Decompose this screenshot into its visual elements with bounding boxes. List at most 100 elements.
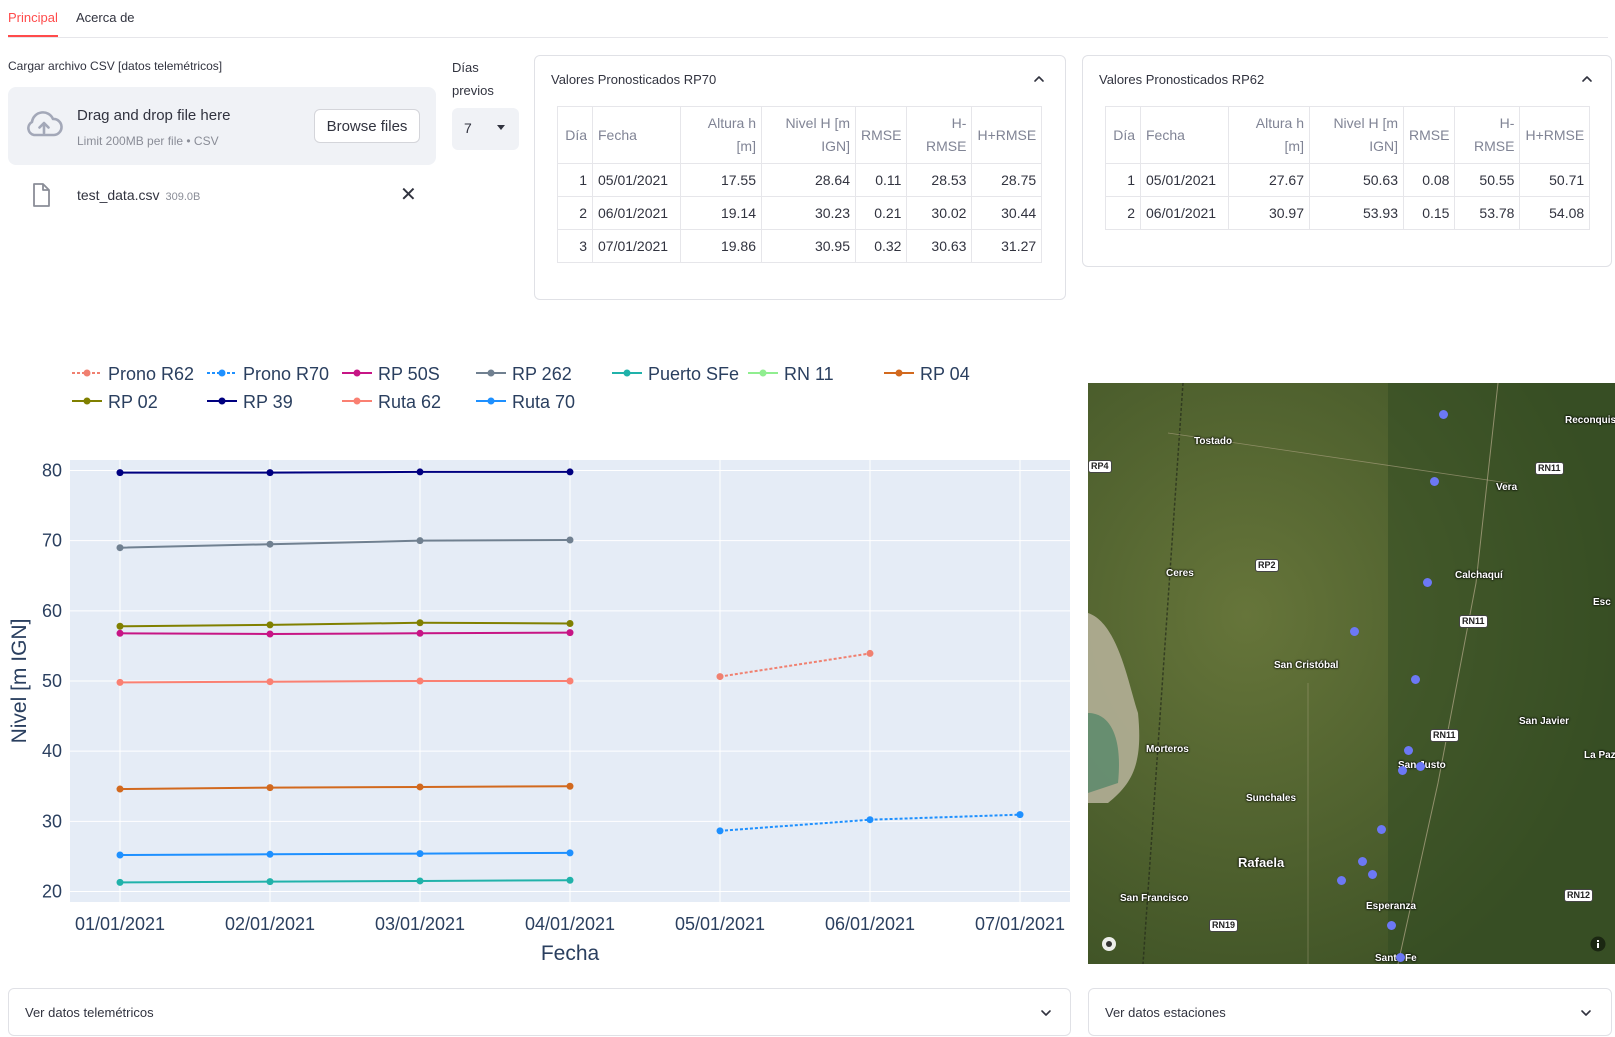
data-point bbox=[566, 782, 574, 790]
th-dia: Día bbox=[1105, 106, 1141, 164]
cell: 50.71 bbox=[1519, 163, 1591, 197]
table-row: 2 06/01/2021 19.14 30.23 0.21 30.02 30.4… bbox=[557, 196, 1043, 230]
uploader-label: Cargar archivo CSV [datos telemétricos] bbox=[8, 59, 223, 73]
x-tick-label: 01/01/2021 bbox=[75, 914, 165, 934]
station-marker[interactable] bbox=[1358, 857, 1367, 866]
legend-label: RP 262 bbox=[512, 364, 572, 384]
tab-acerca-de[interactable]: Acerca de bbox=[76, 10, 135, 35]
data-point bbox=[416, 619, 424, 627]
cell: 0.32 bbox=[854, 229, 908, 263]
data-point bbox=[116, 878, 124, 886]
dropzone-title: Drag and drop file here bbox=[77, 107, 231, 124]
cell: 28.64 bbox=[761, 163, 856, 197]
station-marker[interactable] bbox=[1377, 825, 1386, 834]
cell: 0.15 bbox=[1402, 196, 1456, 230]
map-logo-icon[interactable] bbox=[1101, 936, 1117, 952]
station-marker[interactable] bbox=[1387, 921, 1396, 930]
file-size: 309.0B bbox=[165, 191, 201, 203]
cell: 30.02 bbox=[906, 196, 973, 230]
nivel-chart-svg[interactable]: 20 30 40 50 60 70 80 01/01/2021 02/01/2021 03/01/… bbox=[0, 360, 1075, 965]
data-point bbox=[566, 677, 574, 685]
road-shield: RN11 bbox=[1459, 615, 1488, 628]
cell: 27.67 bbox=[1228, 163, 1310, 197]
legend-label: Ruta 62 bbox=[378, 392, 441, 412]
tab-principal[interactable]: Principal bbox=[8, 10, 58, 37]
dropzone-limit: Limit 200MB per file • CSV bbox=[77, 134, 219, 148]
data-point bbox=[416, 677, 424, 685]
info-icon[interactable] bbox=[1590, 936, 1606, 952]
map-place-label: San Francisco bbox=[1120, 893, 1189, 904]
expander-label: Ver datos estaciones bbox=[1105, 1005, 1226, 1020]
station-marker[interactable] bbox=[1368, 870, 1377, 879]
map-place-label: Esc bbox=[1593, 597, 1611, 608]
data-point bbox=[416, 850, 424, 858]
station-marker[interactable] bbox=[1350, 627, 1359, 636]
ver-datos-telemetricos-expander[interactable]: Ver datos telemétricos bbox=[8, 988, 1071, 1036]
station-marker[interactable] bbox=[1423, 578, 1432, 587]
y-tick-label: 70 bbox=[42, 531, 62, 551]
cell: 2 bbox=[1105, 196, 1141, 230]
data-point bbox=[866, 816, 874, 824]
data-point bbox=[416, 877, 424, 885]
th-fecha: Fecha bbox=[592, 106, 681, 164]
station-marker[interactable] bbox=[1337, 876, 1346, 885]
data-point bbox=[116, 629, 124, 637]
rp62-title[interactable]: Valores Pronosticados RP62 bbox=[1099, 72, 1264, 87]
data-point bbox=[566, 876, 574, 884]
data-point bbox=[266, 630, 274, 638]
station-marker[interactable] bbox=[1411, 675, 1420, 684]
dias-previos-label: Días previos bbox=[452, 60, 494, 98]
y-tick-label: 60 bbox=[42, 601, 62, 621]
data-point bbox=[566, 629, 574, 637]
cell: 05/01/2021 bbox=[1140, 163, 1229, 197]
cell: 3 bbox=[557, 229, 593, 263]
series-line bbox=[120, 470, 570, 474]
ver-datos-estaciones-expander[interactable]: Ver datos estaciones bbox=[1088, 988, 1612, 1036]
data-point bbox=[266, 540, 274, 548]
cell: 17.55 bbox=[680, 163, 762, 197]
legend-marker bbox=[895, 369, 903, 377]
station-marker[interactable] bbox=[1396, 953, 1405, 962]
th-h-minus-rmse: H-RMSE bbox=[1454, 106, 1521, 164]
x-tick-label: 05/01/2021 bbox=[675, 914, 765, 934]
cell: 28.75 bbox=[971, 163, 1043, 197]
station-marker[interactable] bbox=[1404, 746, 1413, 755]
data-point bbox=[416, 783, 424, 791]
station-marker[interactable] bbox=[1398, 766, 1407, 775]
station-marker[interactable] bbox=[1439, 410, 1448, 419]
data-point bbox=[266, 878, 274, 886]
cell: 0.21 bbox=[854, 196, 908, 230]
y-tick-label: 80 bbox=[42, 461, 62, 481]
cell: 28.53 bbox=[906, 163, 973, 197]
data-point bbox=[266, 621, 274, 629]
file-name: test_data.csv bbox=[77, 187, 160, 203]
data-point bbox=[1016, 811, 1024, 819]
road-shield: RN19 bbox=[1209, 919, 1239, 932]
rp70-title[interactable]: Valores Pronosticados RP70 bbox=[551, 72, 716, 87]
cell: 50.63 bbox=[1309, 163, 1404, 197]
th-altura: Altura h [m] bbox=[1228, 106, 1310, 164]
station-marker[interactable] bbox=[1416, 762, 1425, 771]
data-point bbox=[116, 469, 124, 477]
cell: 53.93 bbox=[1309, 196, 1404, 230]
cell: 30.95 bbox=[761, 229, 856, 263]
legend-label: RN 11 bbox=[784, 364, 834, 384]
map-place-label: La Paz bbox=[1584, 750, 1615, 761]
legend-label: RP 04 bbox=[920, 364, 970, 384]
remove-file-icon[interactable]: ✕ bbox=[400, 182, 417, 207]
rp62-expander: Valores Pronosticados RP62 Día Fecha Alt… bbox=[1082, 55, 1612, 267]
map-place-label: Ceres bbox=[1166, 568, 1194, 579]
stations-map[interactable]: Tostado Reconquista Vera Ceres Calchaquí… bbox=[1088, 383, 1615, 964]
cell: 30.44 bbox=[971, 196, 1043, 230]
browse-files-button[interactable]: Browse files bbox=[314, 109, 420, 143]
tab-bar: Principal Acerca de bbox=[8, 0, 1608, 38]
data-point bbox=[116, 851, 124, 859]
dias-previos-select[interactable]: 7 bbox=[452, 108, 519, 150]
chevron-up-icon[interactable] bbox=[1580, 72, 1594, 86]
nivel-chart[interactable]: 20 30 40 50 60 70 80 01/01/2021 02/01/2021 03/01/… bbox=[0, 360, 1075, 965]
file-dropzone[interactable]: Drag and drop file here Limit 200MB per … bbox=[8, 87, 436, 165]
station-marker[interactable] bbox=[1430, 477, 1439, 486]
chevron-up-icon[interactable] bbox=[1032, 72, 1046, 86]
cell: 50.55 bbox=[1454, 163, 1521, 197]
y-tick-label: 40 bbox=[42, 741, 62, 761]
